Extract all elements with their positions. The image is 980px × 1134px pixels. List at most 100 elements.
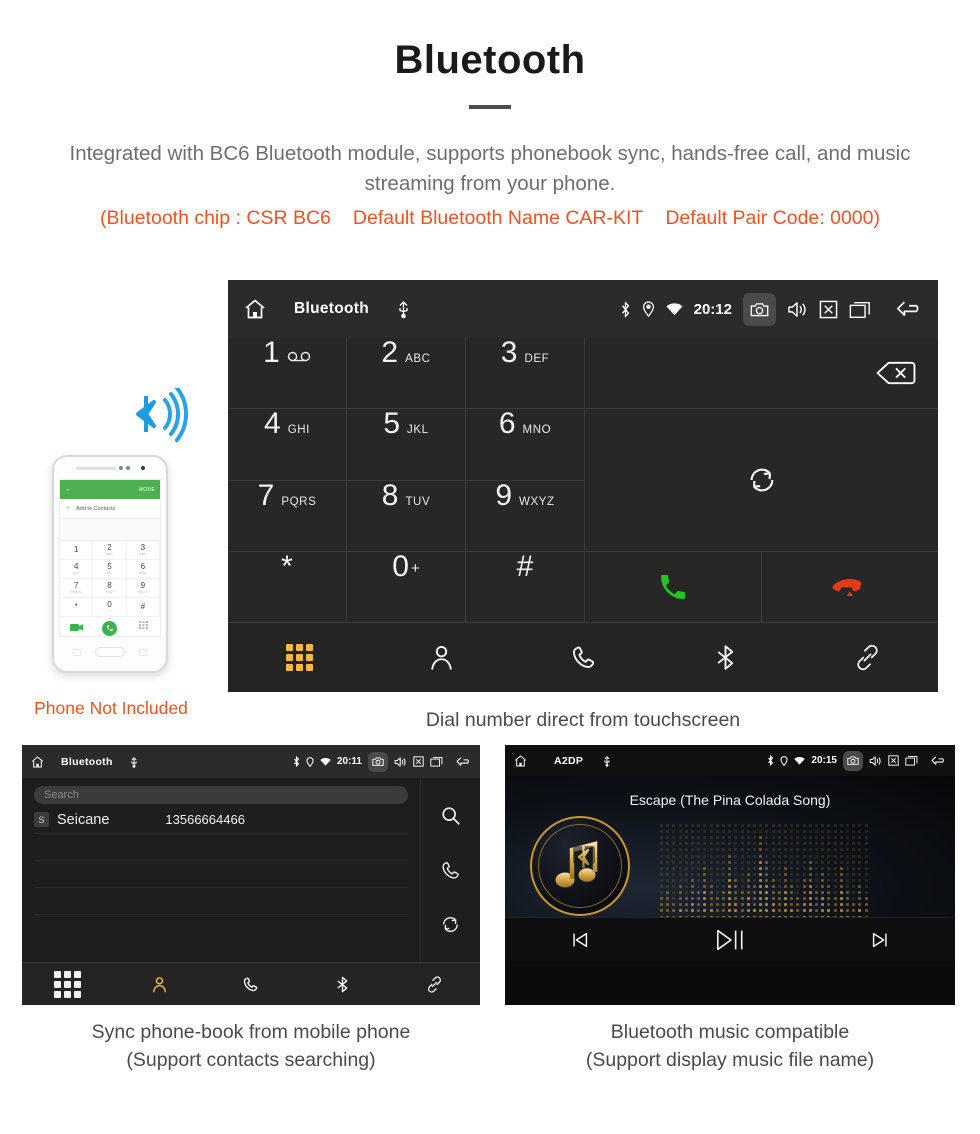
contacts-list: Search S Seicane 13566664466	[22, 778, 420, 962]
call-actions-row	[585, 551, 938, 622]
tab-dialpad[interactable]	[22, 970, 114, 998]
link-icon	[426, 975, 443, 993]
volume-icon[interactable]	[869, 755, 882, 767]
contacts-empty-row	[34, 861, 408, 888]
page-title: Bluetooth	[394, 38, 586, 82]
tab-call-log[interactable]	[512, 644, 654, 671]
phone-key-letters: DEF	[139, 552, 147, 556]
phone-key-5: 5 JKL	[93, 560, 127, 579]
phone-icon[interactable]	[440, 860, 461, 881]
skip-next-button[interactable]	[805, 929, 955, 951]
location-icon	[306, 756, 314, 767]
phone-key-4: 4 GHI	[60, 560, 94, 579]
close-box-icon[interactable]	[888, 755, 899, 766]
wifi-icon	[320, 757, 331, 766]
home-icon[interactable]	[242, 297, 268, 321]
dial-key-0[interactable]: 0 +	[347, 551, 465, 622]
phone-key-letters: JKL	[106, 571, 113, 575]
phone-key-number: 6	[140, 562, 146, 571]
camera-icon[interactable]	[368, 751, 388, 772]
phone-mockup: ← MORE + Add to Contacts 1 2 ABC 3 DEF 4 GHI 5 J…	[52, 455, 168, 673]
tab-link[interactable]	[796, 644, 938, 671]
phone-key-letters: PQRS	[71, 590, 82, 594]
volume-icon[interactable]	[394, 756, 407, 768]
play-pause-button[interactable]	[655, 926, 805, 954]
skip-previous-button[interactable]	[505, 929, 655, 951]
phone-number-field	[60, 519, 160, 541]
dial-key-7[interactable]: 7 PQRS	[228, 480, 346, 551]
tab-link[interactable]	[388, 975, 480, 993]
dial-key-hash[interactable]: #	[466, 551, 584, 622]
tab-call-log[interactable]	[205, 976, 297, 993]
link-icon	[854, 644, 881, 671]
tab-bluetooth[interactable]	[654, 644, 796, 671]
dial-key-3[interactable]: 3 DEF	[466, 338, 584, 409]
dial-key-4[interactable]: 4 GHI	[228, 409, 346, 480]
recents-icon[interactable]	[849, 300, 871, 319]
home-icon[interactable]	[513, 754, 528, 768]
dial-key-number: 8	[381, 478, 399, 512]
call-end-icon	[832, 576, 868, 598]
dial-key-6[interactable]: 6 MNO	[466, 409, 584, 480]
dial-key-letters: DEF	[524, 353, 550, 365]
tab-contacts[interactable]	[114, 976, 206, 993]
backspace-button[interactable]	[585, 338, 938, 409]
dial-key-5[interactable]: 5 JKL	[347, 409, 465, 480]
search-icon[interactable]	[440, 805, 462, 827]
tab-contacts[interactable]	[370, 644, 512, 671]
search-input[interactable]: Search	[34, 786, 408, 804]
phone-key-number: 9	[140, 581, 146, 590]
dial-key-letters: PQRS	[281, 495, 317, 508]
dial-key-1[interactable]: 1	[228, 338, 346, 409]
phone-icon	[570, 644, 597, 671]
dial-key-star[interactable]: *	[228, 551, 346, 622]
sync-icon[interactable]	[440, 914, 461, 935]
wifi-icon	[794, 756, 806, 765]
music-body: Escape (The Pina Colada Song)	[505, 776, 955, 961]
phone-back-icon: ←	[65, 486, 72, 493]
phone-earpiece	[54, 457, 166, 479]
phone-icon	[242, 976, 259, 993]
back-icon[interactable]	[896, 299, 924, 320]
phone-key-3: 3 DEF	[126, 541, 160, 560]
recents-icon[interactable]	[905, 755, 918, 766]
phone-key-number: 2	[107, 543, 112, 552]
tab-dialpad[interactable]	[228, 644, 370, 671]
call-end-button[interactable]	[762, 551, 938, 622]
close-box-icon[interactable]	[413, 756, 424, 767]
contacts-empty-row	[34, 888, 408, 915]
hero-description: Integrated with BC6 Bluetooth module, su…	[69, 142, 911, 195]
camera-icon[interactable]	[743, 292, 776, 326]
camera-icon[interactable]	[843, 750, 863, 771]
phone-add-to-contacts: + Add to Contacts	[60, 499, 160, 519]
phone-key-number: 3	[140, 543, 146, 552]
dial-key-9[interactable]: 9 WXYZ	[466, 480, 584, 551]
usb-icon	[397, 299, 410, 319]
dial-key-8[interactable]: 8 TUV	[347, 478, 465, 551]
home-icon[interactable]	[30, 755, 45, 769]
phonebook-caption-line1: Sync phone-book from mobile phone	[91, 1021, 411, 1043]
dialer-title: Bluetooth	[294, 300, 370, 317]
dial-key-letters: MNO	[522, 424, 552, 437]
sync-button[interactable]	[585, 409, 938, 551]
sync-icon	[746, 464, 778, 496]
volume-icon[interactable]	[787, 300, 808, 319]
phone-more-label: MORE	[138, 486, 155, 493]
close-box-icon[interactable]	[819, 300, 838, 319]
back-icon[interactable]	[931, 755, 947, 767]
call-answer-button[interactable]	[585, 551, 761, 622]
phonebook-caption-line2: (Support contacts searching)	[126, 1049, 376, 1072]
phone-call-actions	[60, 617, 160, 639]
back-icon[interactable]	[456, 756, 472, 768]
tab-bluetooth[interactable]	[297, 976, 389, 993]
contact-row[interactable]: S Seicane 13566664466	[34, 806, 408, 834]
phone-body: ← MORE + Add to Contacts 1 2 ABC 3 DEF 4 GHI 5 J…	[52, 455, 168, 673]
bluetooth-icon	[712, 644, 739, 671]
play-pause-icon	[715, 926, 745, 954]
recents-icon[interactable]	[430, 756, 443, 767]
dial-key-2[interactable]: 2 ABC	[347, 338, 465, 409]
spec-name: Default Bluetooth Name CAR-KIT	[352, 207, 644, 230]
phone-key-letters: TUV	[106, 590, 113, 594]
dialer-statusbar: Bluetooth 20:12	[228, 280, 938, 338]
search-placeholder: Search	[44, 789, 79, 801]
